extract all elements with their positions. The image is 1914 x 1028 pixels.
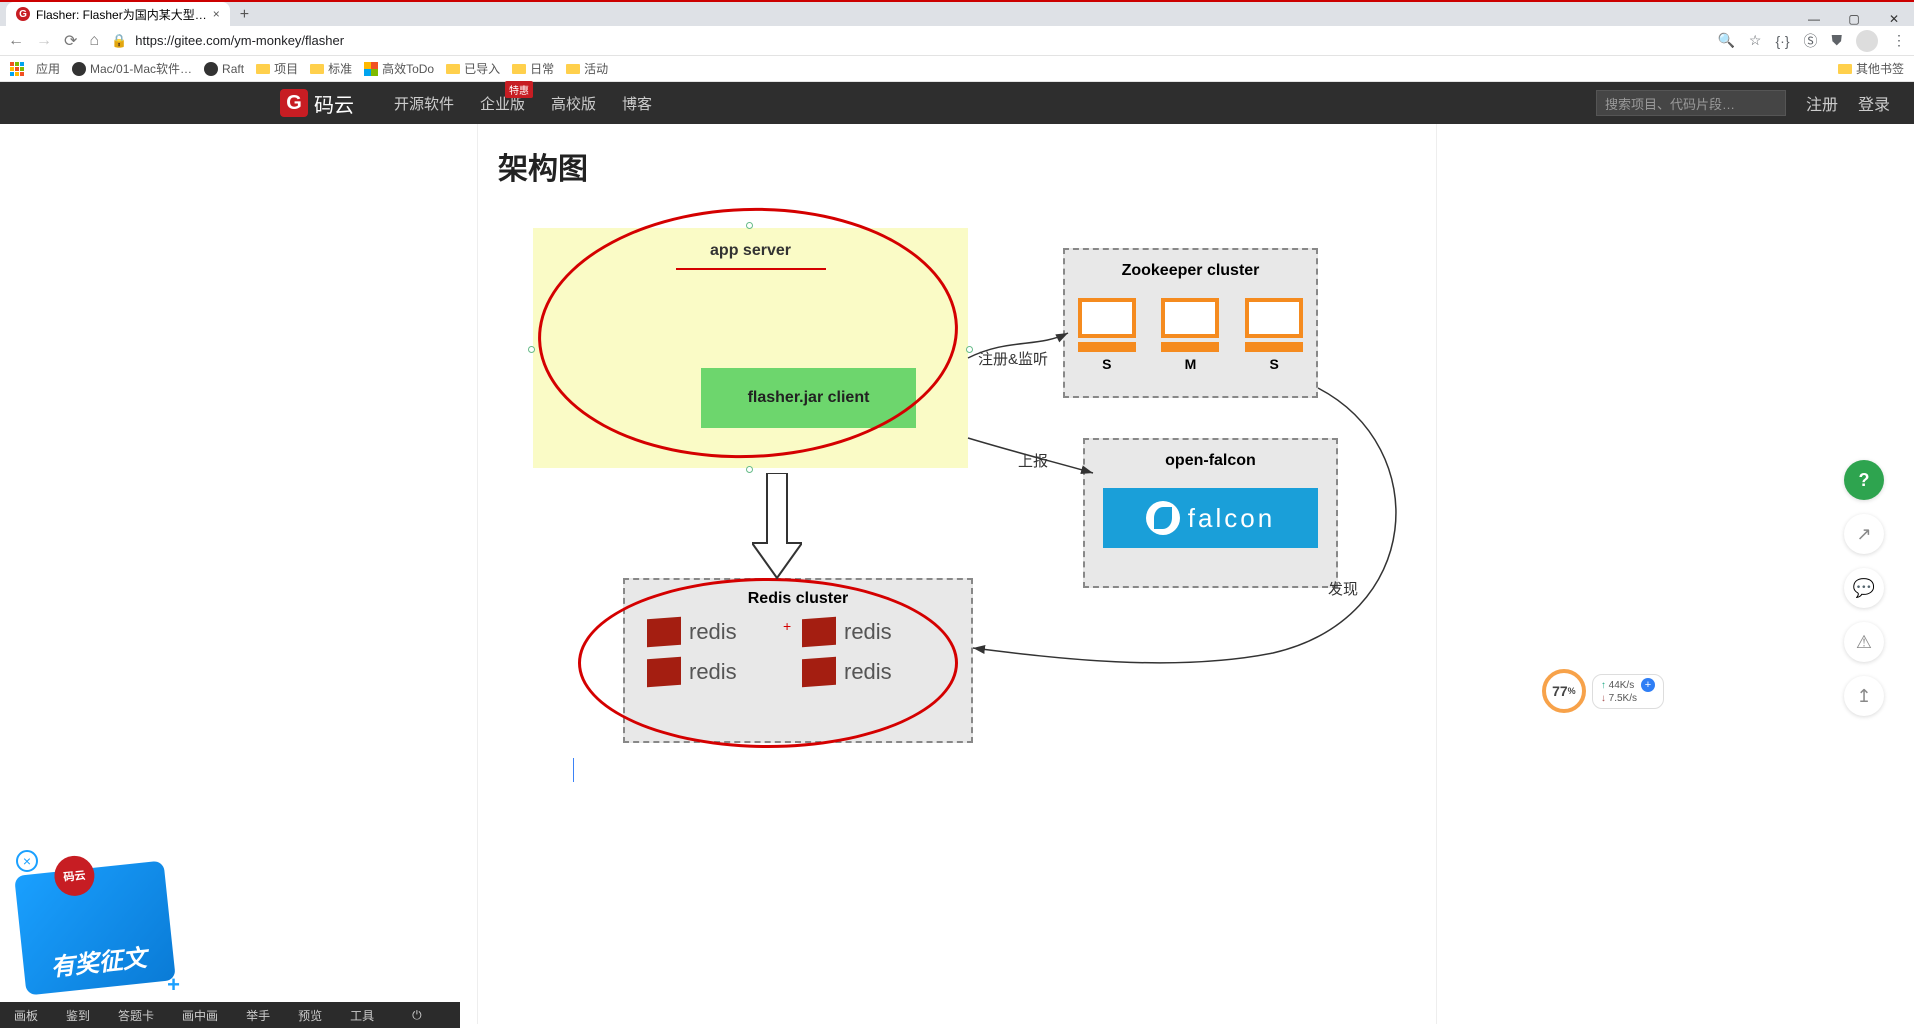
promo-widget[interactable]: × 码云 有奖征文 + bbox=[20, 868, 170, 988]
gitee-logo[interactable]: G 码云 bbox=[280, 89, 354, 118]
bookmark-item[interactable]: Raft bbox=[204, 62, 244, 76]
bookmark-item[interactable]: 项目 bbox=[256, 60, 298, 77]
bookmark-item[interactable]: 应用 bbox=[36, 60, 60, 77]
promo-close-icon[interactable]: × bbox=[16, 850, 38, 872]
other-bookmarks[interactable]: 其他书签 bbox=[1838, 60, 1904, 77]
profile-icon[interactable] bbox=[1856, 30, 1878, 52]
window-controls: — ▢ ✕ bbox=[1794, 12, 1914, 26]
url-text: https://gitee.com/ym-monkey/flasher bbox=[135, 33, 344, 48]
back-to-top-button[interactable]: ↥ bbox=[1844, 676, 1884, 716]
folder-icon bbox=[512, 64, 526, 74]
browser-tab[interactable]: G Flasher: Flasher为国内某大型… × bbox=[6, 2, 230, 26]
zookeeper-title: Zookeeper cluster bbox=[1065, 262, 1316, 280]
ext-3-icon[interactable]: ⛊ bbox=[1832, 30, 1843, 52]
annotation-plus-icon: + bbox=[783, 618, 791, 634]
url-field[interactable]: 🔒 https://gitee.com/ym-monkey/flasher bbox=[111, 33, 1705, 49]
bottom-toolbar: 画板 鉴到 答题卡 画中画 举手 预览 工具 ⏻ bbox=[0, 1002, 460, 1028]
close-window-button[interactable]: ✕ bbox=[1874, 12, 1914, 26]
new-tab-button[interactable]: + bbox=[240, 6, 249, 26]
folder-icon bbox=[1838, 64, 1852, 74]
zoom-icon[interactable]: 🔍 bbox=[1717, 30, 1734, 52]
zk-node: S bbox=[1243, 298, 1305, 372]
edge-label-register: 注册&监听 bbox=[978, 348, 1048, 369]
net-stats: ↑ 44K/s + ↓ 7.5K/s bbox=[1592, 674, 1664, 709]
minimize-button[interactable]: — bbox=[1794, 12, 1834, 26]
annotation-circle bbox=[578, 578, 958, 748]
floating-actions: ? ↗ 💬 ⚠ ↥ bbox=[1844, 460, 1884, 716]
address-bar: ← → ⟳ ⌂ 🔒 https://gitee.com/ym-monkey/fl… bbox=[0, 26, 1914, 56]
share-button[interactable]: ↗ bbox=[1844, 514, 1884, 554]
gitee-favicon-icon: G bbox=[16, 7, 30, 21]
ext-2-icon[interactable]: Ⓢ bbox=[1804, 30, 1818, 52]
bookmark-item[interactable]: 日常 bbox=[512, 60, 554, 77]
reload-button[interactable]: ⟳ bbox=[64, 31, 77, 51]
nav-opensource[interactable]: 开源软件 bbox=[394, 93, 454, 114]
toolbar-item[interactable]: 鉴到 bbox=[66, 1007, 90, 1024]
net-add-icon[interactable]: + bbox=[1641, 678, 1655, 692]
github-icon bbox=[204, 62, 218, 76]
promo-plus-icon: + bbox=[167, 972, 180, 998]
gitee-icon: G bbox=[280, 89, 308, 117]
power-icon[interactable]: ⏻ bbox=[412, 1008, 422, 1023]
nav-edu[interactable]: 高校版 bbox=[551, 93, 596, 114]
ext-1-icon[interactable]: {·} bbox=[1775, 30, 1789, 52]
github-icon bbox=[72, 62, 86, 76]
toolbar-item[interactable]: 答题卡 bbox=[118, 1007, 154, 1024]
maximize-button[interactable]: ▢ bbox=[1834, 12, 1874, 26]
architecture-diagram: app server flasher.jar client Zookeeper … bbox=[478, 228, 1438, 848]
folder-icon bbox=[446, 64, 460, 74]
folder-icon bbox=[256, 64, 270, 74]
back-button[interactable]: ← bbox=[8, 32, 24, 50]
browser-tabstrip: G Flasher: Flasher为国内某大型… × + — ▢ ✕ bbox=[0, 0, 1914, 26]
toolbar-item[interactable]: 预览 bbox=[298, 1007, 322, 1024]
selection-handle-icon[interactable] bbox=[528, 346, 535, 353]
toolbar-item[interactable]: 举手 bbox=[246, 1007, 270, 1024]
content-area: 架构图 app server flasher.jar client Zookee… bbox=[477, 124, 1437, 1024]
feedback-button[interactable]: 💬 bbox=[1844, 568, 1884, 608]
login-link[interactable]: 登录 bbox=[1858, 91, 1890, 115]
close-tab-icon[interactable]: × bbox=[213, 7, 220, 21]
network-widget[interactable]: 77% ↑ 44K/s + ↓ 7.5K/s bbox=[1542, 669, 1664, 713]
nav-enterprise[interactable]: 企业版特惠 bbox=[480, 93, 525, 114]
bookmark-item[interactable]: 高效ToDo bbox=[364, 60, 434, 77]
todo-icon bbox=[364, 62, 378, 76]
zk-node: S bbox=[1076, 298, 1138, 372]
register-link[interactable]: 注册 bbox=[1806, 91, 1838, 115]
toolbar-item[interactable]: 画中画 bbox=[182, 1007, 218, 1024]
nav-blog[interactable]: 博客 bbox=[622, 93, 652, 114]
toolbar-item[interactable]: 工具 bbox=[350, 1007, 374, 1024]
apps-icon[interactable] bbox=[10, 62, 24, 76]
page-title: 架构图 bbox=[498, 144, 1436, 188]
zookeeper-box: Zookeeper cluster S M S bbox=[1063, 248, 1318, 398]
zk-node: M bbox=[1159, 298, 1221, 372]
search-input[interactable]: 搜索项目、代码片段… bbox=[1596, 90, 1786, 116]
arrow-down-icon bbox=[752, 473, 802, 583]
bookmark-bar: 应用 Mac/01-Mac软件… Raft 项目 标准 高效ToDo 已导入 日… bbox=[0, 56, 1914, 82]
net-percent: 77% bbox=[1542, 669, 1586, 713]
toolbar-item[interactable]: 画板 bbox=[14, 1007, 38, 1024]
text-caret-icon bbox=[573, 758, 574, 782]
bookmark-item[interactable]: Mac/01-Mac软件… bbox=[72, 60, 192, 77]
gitee-header: G 码云 开源软件 企业版特惠 高校版 博客 搜索项目、代码片段… 注册 登录 bbox=[0, 82, 1914, 124]
gitee-brand: 码云 bbox=[314, 89, 354, 118]
promo-text: 有奖征文 bbox=[49, 938, 148, 983]
folder-icon bbox=[310, 64, 324, 74]
star-icon[interactable]: ☆ bbox=[1749, 30, 1762, 52]
connector-discover bbox=[973, 388, 1433, 678]
forward-button[interactable]: → bbox=[36, 32, 52, 50]
menu-icon[interactable]: ⋮ bbox=[1892, 30, 1906, 52]
tab-title: Flasher: Flasher为国内某大型… bbox=[36, 6, 207, 23]
report-button[interactable]: ⚠ bbox=[1844, 622, 1884, 662]
help-button[interactable]: ? bbox=[1844, 460, 1884, 500]
edge-label-discover: 发现 bbox=[1328, 578, 1358, 599]
folder-icon bbox=[566, 64, 580, 74]
bookmark-item[interactable]: 标准 bbox=[310, 60, 352, 77]
lock-icon: 🔒 bbox=[111, 33, 127, 49]
nav-badge: 特惠 bbox=[505, 81, 533, 98]
home-button[interactable]: ⌂ bbox=[89, 32, 99, 50]
bookmark-item[interactable]: 活动 bbox=[566, 60, 608, 77]
selection-handle-icon[interactable] bbox=[746, 466, 753, 473]
bookmark-item[interactable]: 已导入 bbox=[446, 60, 500, 77]
